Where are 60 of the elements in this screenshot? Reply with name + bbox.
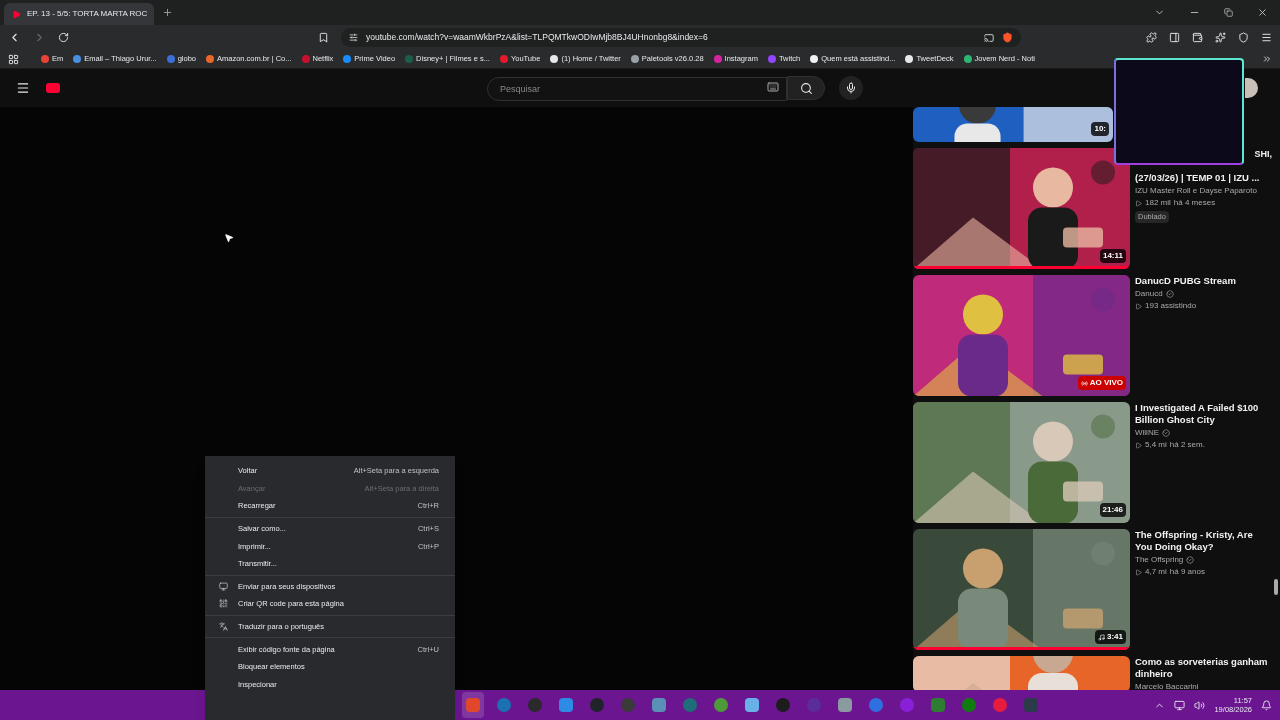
live-icon <box>1080 379 1088 387</box>
play-icon <box>1135 568 1142 576</box>
volume-icon[interactable] <box>1194 699 1206 711</box>
play-icon <box>1135 199 1142 207</box>
live-badge: AO VIVO <box>1077 376 1126 390</box>
view-count: 193 assistindo <box>1145 300 1197 312</box>
youtube-favicon-icon <box>12 9 21 19</box>
search-icon <box>799 81 813 95</box>
bookmark-icon[interactable] <box>318 32 329 43</box>
channel-name[interactable]: WillNE <box>1135 427 1159 439</box>
upload-age: há 9 anos <box>1169 566 1205 578</box>
close-window-icon[interactable] <box>1257 7 1268 18</box>
duration-badge: 3:41 <box>1095 630 1126 644</box>
channel-name[interactable]: The Offspring <box>1135 554 1184 566</box>
keyboard-icon[interactable] <box>767 81 779 93</box>
view-count: 182 mil <box>1145 197 1171 209</box>
notification-icon[interactable] <box>1261 699 1272 711</box>
play-icon <box>1135 441 1142 449</box>
wallet-icon[interactable] <box>1192 32 1203 43</box>
shield-icon[interactable] <box>1002 32 1013 43</box>
video-title[interactable]: (27/03/26) | TEMP 01 | IZU ... <box>1135 172 1272 184</box>
url-text: youtube.com/watch?v=waamWkbrPzA&list=TLPQMTkwODIwMjb8BJ4UHnonbg8&index=6 <box>366 31 709 44</box>
youtube-logo-icon[interactable] <box>46 83 60 93</box>
menu-icon[interactable] <box>1261 32 1272 43</box>
site-settings-icon[interactable] <box>349 33 358 42</box>
apps-icon[interactable] <box>8 53 19 65</box>
browser-tab[interactable]: EP. 13 - 5/5: TORTA MARTA ROC <box>4 3 154 25</box>
channel-name[interactable]: Danucd <box>1135 288 1163 300</box>
view-count: 5,4 mi <box>1145 439 1167 451</box>
restore-icon[interactable] <box>1224 8 1233 17</box>
video-title[interactable]: The Offspring - Kristy, Are You Doing Okay? <box>1135 529 1272 553</box>
channel-name[interactable]: Marcelo Baccarini <box>1135 681 1199 690</box>
sparkle-icon[interactable] <box>1215 32 1226 43</box>
tab-title: EP. 13 - 5/5: TORTA MARTA ROC <box>27 8 148 20</box>
search-field[interactable]: Pesquisar <box>487 77 787 101</box>
sidebar-icon[interactable] <box>1169 32 1180 43</box>
new-tab-icon[interactable] <box>162 7 173 18</box>
search-button[interactable] <box>787 76 825 100</box>
more-bookmarks-icon[interactable] <box>1262 54 1272 64</box>
reload-icon[interactable] <box>58 32 69 43</box>
video-title[interactable]: SHI, <box>1254 148 1272 160</box>
upload-age: há 4 meses <box>1173 197 1216 209</box>
duration-badge: 14:11 <box>1099 249 1126 263</box>
menu-icon[interactable] <box>16 81 30 95</box>
upload-age: há 2 sem. <box>1169 439 1205 451</box>
video-title[interactable]: Como as sorveterias ganham dinheiro <box>1135 656 1272 680</box>
duration-badge: 21:46 <box>1099 503 1126 517</box>
duration-badge: 10: <box>1091 122 1109 136</box>
view-count: 4,7 mi <box>1145 566 1167 578</box>
voice-search-button[interactable] <box>839 76 863 100</box>
mouse-cursor-icon <box>224 233 234 243</box>
microphone-icon <box>845 82 857 94</box>
channel-name[interactable]: IZU Master Roll e Dayse Paparoto <box>1135 185 1257 197</box>
network-icon[interactable] <box>1174 699 1186 711</box>
extensions-icon[interactable] <box>1146 32 1157 43</box>
address-bar[interactable]: youtube.com/watch?v=waamWkbrPzA&list=TLPQMTkwODIwMjb8BJ4UHnonbg8&index=6 <box>341 28 1021 47</box>
video-title[interactable]: I Investigated A Failed $100 Billion Ghost City <box>1135 402 1272 426</box>
avatar[interactable] <box>1245 78 1258 98</box>
video-title[interactable]: DanucD PUBG Stream <box>1135 275 1272 287</box>
play-icon <box>1135 302 1142 310</box>
